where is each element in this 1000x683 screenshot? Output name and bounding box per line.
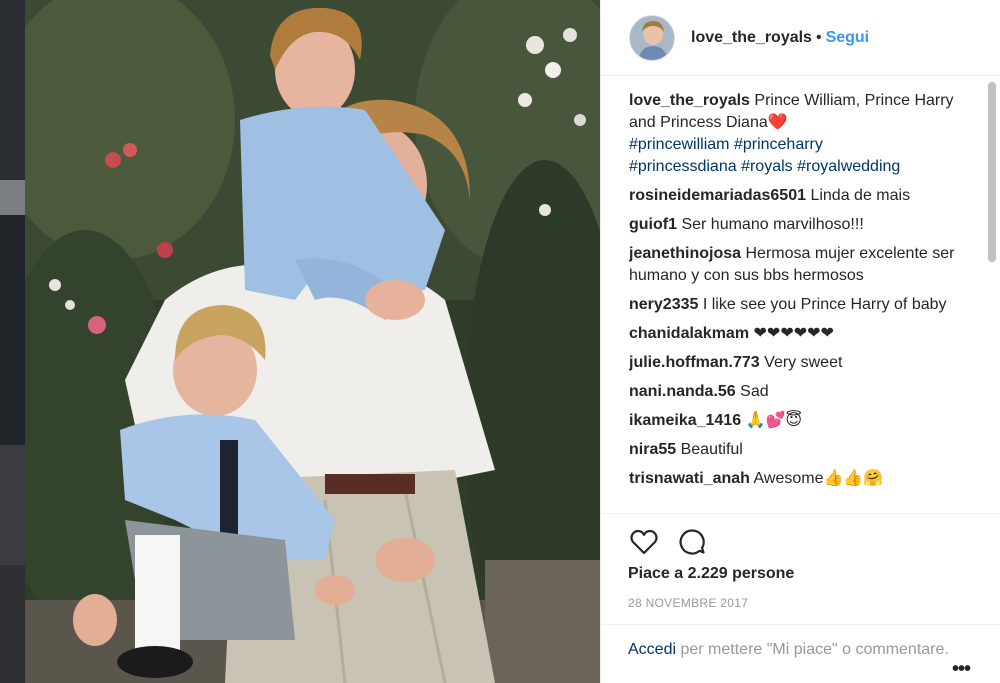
comment-username[interactable]: jeanethinojosa [629, 245, 741, 262]
comment-username[interactable]: nira55 [629, 441, 676, 458]
separator-dot: • [815, 28, 822, 46]
comment-username[interactable]: guiof1 [629, 216, 677, 233]
comment-text: Linda de mais [810, 187, 911, 204]
comment-item: ikameika_1416 🙏💕😇 [629, 410, 979, 432]
hashtag-link[interactable]: #royalwedding [797, 158, 900, 175]
comment-item: rosineidemariadas6501 Linda de mais [629, 185, 979, 207]
comment-item: jeanethinojosa Hermosa mujer excelente s… [629, 243, 979, 287]
heart-emoji-icon: ❤️ [767, 114, 788, 131]
comment-username[interactable]: ikameika_1416 [629, 412, 741, 429]
background-backdrop [0, 0, 25, 683]
comment-username[interactable]: chanidalakmam [629, 325, 749, 342]
login-prompt-text: per mettere "Mi piace" o commentare. [676, 641, 949, 658]
comment-username[interactable]: rosineidemariadas6501 [629, 187, 806, 204]
comment-username[interactable]: nani.nanda.56 [629, 383, 736, 400]
comment-item: julie.hoffman.773 Very sweet [629, 352, 979, 374]
comment-text: Very sweet [764, 354, 843, 371]
hashtag-link[interactable]: #princessdiana [629, 158, 737, 175]
comment-item: nery2335 I like see you Prince Harry of … [629, 294, 979, 316]
comment-text: 🙏💕😇 [745, 412, 803, 429]
comment-text: Ser humano marvilhoso!!! [681, 216, 864, 233]
hashtag-link[interactable]: #royals [741, 158, 793, 175]
comment-item: guiof1 Ser humano marvilhoso!!! [629, 214, 979, 236]
comment-item: nira55 Beautiful [629, 439, 979, 461]
backdrop-segment [0, 215, 25, 445]
comment-text: Awesome👍👍🤗 [753, 470, 884, 487]
more-options-icon[interactable]: ••• [952, 658, 971, 681]
backdrop-segment [0, 445, 25, 565]
comment-text: Beautiful [680, 441, 743, 458]
likes-count[interactable]: Piace a 2.229 persone [628, 565, 794, 583]
comments-scrollbar[interactable] [988, 82, 996, 262]
hashtag-link[interactable]: #princewilliam [629, 136, 729, 153]
comment-item: chanidalakmam ❤❤❤❤❤❤ [629, 323, 979, 345]
backdrop-segment [0, 0, 25, 180]
avatar[interactable] [629, 14, 675, 61]
comment-text: Sad [740, 383, 769, 400]
comment-username[interactable]: nery2335 [629, 296, 698, 313]
comment-username[interactable]: julie.hoffman.773 [629, 354, 760, 371]
backdrop-segment [0, 180, 25, 215]
comments-list[interactable]: love_the_royals Prince William, Prince H… [629, 90, 979, 510]
header-username[interactable]: love_the_royals [691, 29, 812, 47]
caption: love_the_royals Prince William, Prince H… [629, 90, 979, 178]
comment-text: I like see you Prince Harry of baby [702, 296, 947, 313]
post-photo[interactable] [25, 0, 600, 683]
login-link[interactable]: Accedi [628, 641, 676, 658]
comment-username[interactable]: trisnawati_anah [629, 470, 750, 487]
post-header: love_the_royals • Segui [601, 0, 1000, 76]
backdrop-segment [0, 565, 25, 683]
caption-username[interactable]: love_the_royals [629, 92, 750, 109]
comment-item: nani.nanda.56 Sad [629, 381, 979, 403]
hashtag-link[interactable]: #princeharry [734, 136, 823, 153]
follow-button[interactable]: Segui [826, 29, 870, 47]
heart-icon[interactable] [629, 527, 659, 557]
action-bar [601, 513, 1000, 573]
comment-item: trisnawati_anah Awesome👍👍🤗 [629, 468, 979, 490]
comment-text: ❤❤❤❤❤❤ [753, 325, 834, 342]
login-prompt: Accedi per mettere "Mi piace" o commenta… [600, 624, 1000, 661]
post-date: 28 NOVEMBRE 2017 [628, 596, 749, 610]
comment-bubble-icon[interactable] [677, 527, 707, 557]
